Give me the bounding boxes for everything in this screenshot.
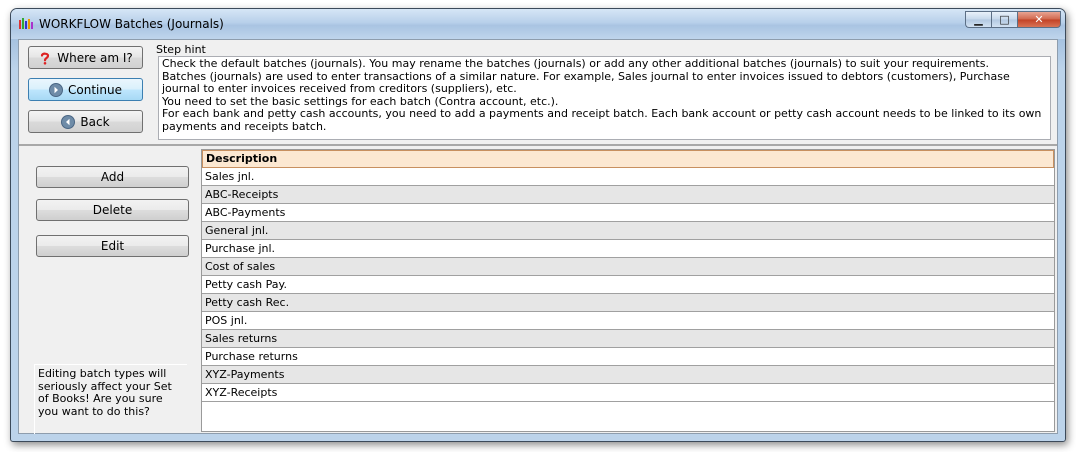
warning-text: Editing batch types will seriously affec… <box>34 364 187 434</box>
step-hint-text[interactable]: Check the default batches (journals). Yo… <box>158 56 1051 140</box>
delete-button[interactable]: Delete <box>36 199 189 221</box>
caption-buttons: ▁ □ ✕ <box>965 11 1061 29</box>
table-row[interactable]: POS jnl. <box>202 312 1054 330</box>
back-label: Back <box>80 114 110 129</box>
table-row[interactable]: ABC-Payments <box>202 204 1054 222</box>
minimize-button[interactable]: ▁ <box>965 11 991 28</box>
table-row[interactable]: ABC-Receipts <box>202 186 1054 204</box>
table-row[interactable]: Petty cash Pay. <box>202 276 1054 294</box>
window-title: WORKFLOW Batches (Journals) <box>39 17 224 31</box>
step-panel: Where am I? Continue Back Step hint Chec… <box>19 40 1057 146</box>
hint-line: For each bank and petty cash accounts, y… <box>162 107 1042 133</box>
edit-button[interactable]: Edit <box>36 235 189 257</box>
table-row[interactable]: Purchase jnl. <box>202 240 1054 258</box>
table-row[interactable]: Purchase returns <box>202 348 1054 366</box>
grid-rows: Sales jnl. ABC-Receipts ABC-Payments Genera… <box>202 168 1054 402</box>
arrow-right-circle-icon <box>49 82 64 97</box>
actions-panel: Add Delete Edit Editing batch types will… <box>19 146 202 434</box>
minimize-icon: ▁ <box>974 13 983 26</box>
table-row[interactable]: Petty cash Rec. <box>202 294 1054 312</box>
close-button[interactable]: ✕ <box>1017 11 1061 28</box>
hint-line: Batches (journals) are used to enter tra… <box>162 69 1010 95</box>
close-icon: ✕ <box>1034 13 1044 26</box>
maximize-icon: □ <box>999 13 1010 26</box>
batches-grid[interactable]: Description Sales jnl. ABC-Receipts ABC-Pa… <box>201 149 1055 432</box>
table-row[interactable]: XYZ-Receipts <box>202 384 1054 402</box>
question-mark-icon <box>38 51 52 65</box>
table-row[interactable]: Sales returns <box>202 330 1054 348</box>
maximize-button[interactable]: □ <box>991 11 1017 28</box>
arrow-left-circle-icon <box>61 114 76 129</box>
hint-line: Check the default batches (journals). Yo… <box>162 57 989 70</box>
table-row[interactable]: XYZ-Payments <box>202 366 1054 384</box>
continue-button[interactable]: Continue <box>28 78 143 101</box>
table-row[interactable]: General jnl. <box>202 222 1054 240</box>
step-hint-label: Step hint <box>156 43 206 56</box>
batches-app-icon <box>18 17 34 31</box>
add-button[interactable]: Add <box>36 166 189 188</box>
where-am-i-button[interactable]: Where am I? <box>28 46 143 69</box>
title-bar[interactable]: WORKFLOW Batches (Journals) ▁ □ ✕ <box>11 9 1065 39</box>
table-row[interactable]: Sales jnl. <box>202 168 1054 186</box>
client-area: Where am I? Continue Back Step hint Chec… <box>18 39 1058 434</box>
table-row[interactable]: Cost of sales <box>202 258 1054 276</box>
back-button[interactable]: Back <box>28 110 143 133</box>
column-header-description[interactable]: Description <box>202 150 1054 168</box>
continue-label: Continue <box>68 82 122 97</box>
workflow-window: WORKFLOW Batches (Journals) ▁ □ ✕ Where … <box>10 8 1066 442</box>
where-am-i-label: Where am I? <box>57 50 133 65</box>
